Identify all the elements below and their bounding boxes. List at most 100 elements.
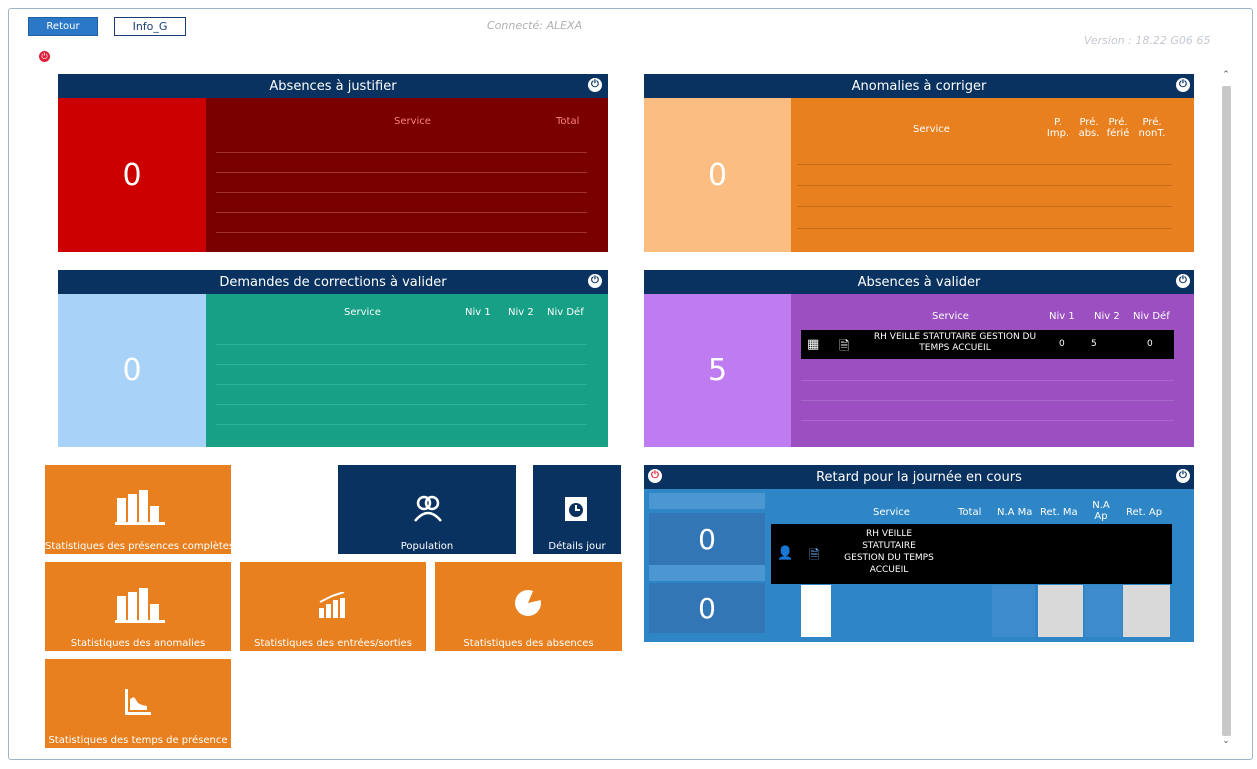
column-header: N.A Ma bbox=[997, 507, 1033, 518]
column-header: Pré. nonT. bbox=[1138, 117, 1166, 139]
scroll-up-icon[interactable]: ⌃ bbox=[1219, 70, 1233, 82]
empty-cell bbox=[1085, 585, 1122, 637]
column-header: Service bbox=[913, 124, 950, 135]
column-header: Total bbox=[556, 116, 580, 127]
scroll-down-icon[interactable]: ⌄ bbox=[1219, 736, 1233, 748]
pie-chart-icon bbox=[515, 590, 541, 616]
table-row[interactable]: 👤 🗎 RH VEILLE STATUTAIRE GESTION DU TEMP… bbox=[771, 524, 1172, 584]
service-cell: RH VEILLE STATUTAIRE GESTION DU TEMPS AC… bbox=[873, 332, 1037, 353]
calendar-icon[interactable]: ▦ bbox=[807, 337, 819, 352]
power-icon[interactable]: ⏻ bbox=[1176, 469, 1190, 483]
column-header: Niv Déf bbox=[1133, 311, 1170, 322]
power-icon[interactable]: ⏻ bbox=[1176, 274, 1190, 288]
count-box: 0 bbox=[58, 98, 206, 252]
count-box: 5 bbox=[644, 294, 791, 447]
column-header: Service bbox=[344, 307, 381, 318]
count-box: 0 bbox=[58, 294, 206, 447]
column-header: Service bbox=[394, 116, 431, 127]
column-header: N.A Ap bbox=[1092, 500, 1110, 522]
scroll-thumb[interactable] bbox=[1222, 86, 1231, 736]
panel-header: Anomalies à corriger ⏻ bbox=[644, 74, 1194, 98]
table-area: Service Total bbox=[206, 98, 608, 252]
service-cell: RH VEILLE STATUTAIRE GESTION DU TEMPS AC… bbox=[844, 529, 934, 575]
trend-chart-icon bbox=[319, 592, 345, 618]
panel-title: Retard pour la journée en cours bbox=[816, 469, 1022, 485]
label-box bbox=[649, 493, 765, 509]
table-area: Service P. Imp. Pré. abs. Pré. férié Pré… bbox=[791, 98, 1194, 252]
empty-cell bbox=[1123, 585, 1170, 637]
bar-chart-icon bbox=[115, 588, 165, 623]
column-header: Total bbox=[958, 507, 982, 518]
panel-anomalies: Anomalies à corriger ⏻ 0 Service P. Imp.… bbox=[644, 74, 1194, 252]
panel-absences-justifier: Absences à justifier ⏻ 0 Service Total bbox=[58, 74, 608, 252]
person-clock-icon[interactable]: 👤 bbox=[777, 546, 793, 561]
panel-title: Anomalies à corriger bbox=[851, 78, 987, 94]
bar-chart-icon bbox=[115, 490, 165, 525]
vertical-scrollbar[interactable]: ⌃ ⌄ bbox=[1219, 70, 1233, 750]
nivdef-cell: 0 bbox=[1147, 339, 1153, 349]
stats-temps-tile[interactable]: Statistiques des temps de présence bbox=[45, 659, 231, 748]
column-header: Niv Déf bbox=[547, 307, 584, 318]
info-g-button[interactable]: Info_G bbox=[114, 17, 186, 36]
power-icon[interactable]: ⏻ bbox=[588, 78, 602, 92]
stats-absences-tile[interactable]: Statistiques des absences bbox=[435, 562, 622, 651]
power-icon[interactable]: ⏻ bbox=[39, 51, 50, 62]
empty-cell bbox=[1038, 585, 1083, 637]
tile-label: Population bbox=[400, 541, 454, 552]
count-box-bottom: 0 bbox=[649, 583, 765, 633]
panel-title: Absences à valider bbox=[857, 274, 981, 290]
panel-retard: Retard pour la journée en cours ⏻ ⏻ 0 0 … bbox=[644, 465, 1194, 642]
tile-label: Statistiques des temps de présence bbox=[48, 735, 228, 746]
document-icon[interactable]: 🗎 bbox=[839, 337, 849, 359]
panel-title: Absences à justifier bbox=[269, 78, 397, 94]
details-jour-tile[interactable]: Détails jour bbox=[533, 465, 621, 554]
empty-cell bbox=[801, 585, 831, 637]
column-header: Niv 2 bbox=[1094, 311, 1120, 322]
column-header: P. Imp. bbox=[1046, 117, 1070, 139]
tile-label: Statistiques des anomalies bbox=[70, 638, 206, 649]
table-area: Service Niv 1 Niv 2 Niv Déf ▦ 🗎 RH VEILL… bbox=[791, 294, 1194, 447]
tile-label: Statistiques des entrées/sorties bbox=[254, 638, 412, 649]
power-icon[interactable]: ⏻ bbox=[588, 274, 602, 288]
panel-header: Demandes de corrections à valider ⏻ bbox=[58, 270, 608, 294]
label-box bbox=[649, 565, 765, 581]
users-icon bbox=[414, 495, 442, 522]
panel-title: Demandes de corrections à valider bbox=[219, 274, 447, 290]
column-header: Pré. férié bbox=[1106, 117, 1130, 139]
column-header: Niv 1 bbox=[465, 307, 491, 318]
empty-cell bbox=[992, 585, 1035, 637]
population-tile[interactable]: Population bbox=[338, 465, 516, 554]
area-chart-icon bbox=[125, 689, 151, 715]
column-header: Niv 1 bbox=[1049, 311, 1075, 322]
tile-label: Détails jour bbox=[548, 541, 606, 552]
version-label: Version : 18.22 G06 65 bbox=[1084, 34, 1211, 47]
count-box-top: 0 bbox=[649, 513, 765, 565]
panel-header: Retard pour la journée en cours ⏻ ⏻ bbox=[644, 465, 1194, 489]
niv2-cell: 5 bbox=[1091, 339, 1097, 349]
connected-user-label: Connecté: ALEXA bbox=[487, 19, 583, 32]
column-header: Niv 2 bbox=[508, 307, 534, 318]
niv1-cell: 0 bbox=[1059, 339, 1065, 349]
document-icon[interactable]: 🗎 bbox=[809, 546, 819, 568]
table-area: Service Niv 1 Niv 2 Niv Déf bbox=[206, 294, 608, 447]
power-icon[interactable]: ⏻ bbox=[1176, 78, 1190, 92]
panel-header: Absences à valider ⏻ bbox=[644, 270, 1194, 294]
column-header: Pré. abs. bbox=[1078, 117, 1100, 139]
count-box: 0 bbox=[644, 98, 791, 252]
stats-anomalies-tile[interactable]: Statistiques des anomalies bbox=[45, 562, 231, 651]
column-header: Ret. Ma bbox=[1040, 507, 1078, 518]
panel-header: Absences à justifier ⏻ bbox=[58, 74, 608, 98]
stats-entrees-tile[interactable]: Statistiques des entrées/sorties bbox=[240, 562, 426, 651]
tile-label: Statistiques des présences complètes bbox=[45, 541, 235, 552]
stats-presences-tile[interactable]: Statistiques des présences complètes bbox=[45, 465, 235, 554]
calendar-clock-icon bbox=[565, 497, 587, 521]
table-row[interactable]: ▦ 🗎 RH VEILLE STATUTAIRE GESTION DU TEMP… bbox=[801, 330, 1174, 359]
column-header: Service bbox=[932, 311, 969, 322]
column-header: Service bbox=[873, 507, 910, 518]
column-header: Ret. Ap bbox=[1126, 507, 1163, 518]
power-icon[interactable]: ⏻ bbox=[648, 469, 662, 483]
panel-absences-valider: Absences à valider ⏻ 5 Service Niv 1 Niv… bbox=[644, 270, 1194, 447]
back-button[interactable]: Retour bbox=[28, 17, 98, 36]
panel-corrections: Demandes de corrections à valider ⏻ 0 Se… bbox=[58, 270, 608, 447]
tile-label: Statistiques des absences bbox=[463, 638, 594, 649]
